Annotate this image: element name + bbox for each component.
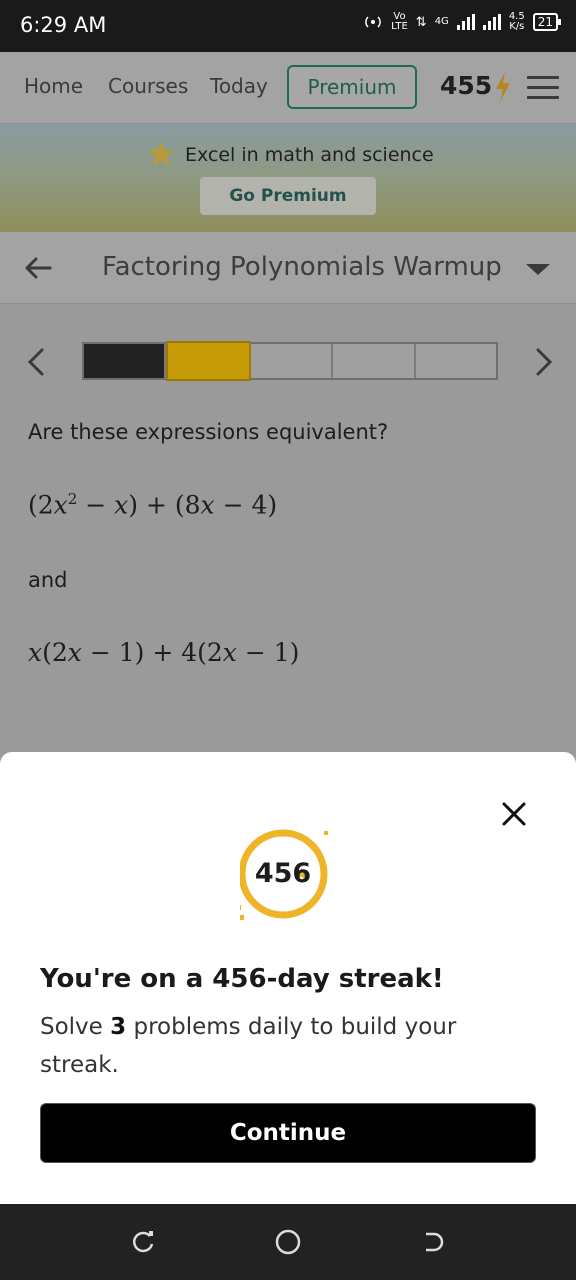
nav-courses-link[interactable]: Courses (108, 74, 188, 98)
lesson-title-bar: Factoring Polynomials Warmup (0, 232, 576, 304)
go-premium-button[interactable]: Go Premium (200, 177, 376, 215)
progress-segment[interactable] (416, 344, 496, 378)
streak-description: Solve 3 problems daily to build your str… (40, 1014, 457, 1078)
progress-segment[interactable] (333, 344, 416, 378)
progress-segment[interactable] (251, 344, 334, 378)
network-gen: 4G (434, 16, 449, 27)
premium-banner: Excel in math and science Go Premium (0, 124, 576, 232)
chevron-right-icon[interactable] (532, 344, 556, 380)
close-icon[interactable] (500, 800, 528, 828)
progress-segment[interactable] (84, 344, 167, 378)
streak-number: 456 (254, 858, 312, 889)
net-speed: 4.5 K/s (508, 11, 525, 32)
volte-indicator: Vo LTE (391, 11, 408, 32)
streak-modal: 456 You're on a 456-day streak! Solve 3 … (0, 752, 576, 1204)
top-navigation: Home Courses Today Premium 455 (0, 52, 576, 124)
dropdown-caret-icon[interactable] (526, 264, 550, 275)
progress-area (0, 304, 576, 424)
recent-apps-icon[interactable] (130, 1228, 158, 1256)
home-icon[interactable] (274, 1228, 302, 1256)
signal-icon-2 (482, 14, 501, 30)
expression-1: (2x2 − x) + (8x − 4) (28, 490, 278, 520)
star-icon (148, 141, 174, 166)
banner-text: Excel in math and science (185, 144, 434, 166)
lightning-bolt-icon (496, 72, 510, 102)
chevron-left-icon[interactable] (24, 344, 48, 380)
progress-segment[interactable] (166, 341, 251, 381)
nav-home-link[interactable]: Home (24, 74, 83, 98)
battery-icon: 21 (532, 13, 562, 31)
back-icon[interactable] (418, 1228, 446, 1256)
data-arrows-icon: ⇅ (415, 14, 427, 30)
hotspot-icon (365, 16, 382, 28)
streak-headline: You're on a 456-day streak! (40, 964, 444, 994)
nav-today-link[interactable]: Today (210, 74, 268, 98)
streak-count[interactable]: 455 (440, 71, 492, 100)
status-time: 6:29 AM (20, 13, 107, 37)
question-text: Are these expressions equivalent? (28, 420, 389, 444)
lesson-title[interactable]: Factoring Polynomials Warmup (102, 252, 502, 282)
back-arrow-icon[interactable] (22, 252, 54, 284)
hamburger-menu-icon[interactable] (527, 76, 559, 100)
signal-icon (456, 14, 475, 30)
and-label: and (28, 568, 68, 592)
premium-button[interactable]: Premium (287, 65, 417, 109)
status-icons: Vo LTE ⇅ 4G 4.5 K/s 21 (363, 11, 562, 32)
expression-2: x(2x − 1) + 4(2x − 1) (28, 638, 300, 667)
android-nav-bar (0, 1204, 576, 1280)
status-bar: 6:29 AM Vo LTE ⇅ 4G 4.5 K/s 21 (0, 0, 576, 52)
progress-bar (82, 341, 498, 381)
continue-button[interactable]: Continue (40, 1103, 536, 1163)
